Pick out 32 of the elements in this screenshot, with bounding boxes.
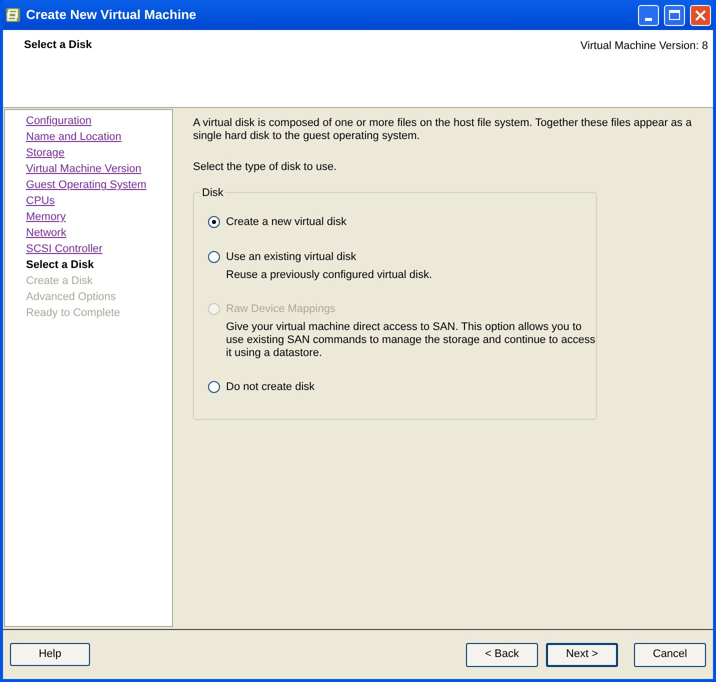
- minimize-button[interactable]: [638, 4, 659, 26]
- step-link[interactable]: Virtual Machine Version: [26, 161, 142, 177]
- radio-button[interactable]: [208, 251, 220, 263]
- radio-option[interactable]: Do not create disk: [208, 379, 315, 395]
- step-link[interactable]: Network: [26, 225, 66, 241]
- group-legend: Disk: [200, 184, 226, 201]
- next-button[interactable]: Next >: [546, 642, 618, 666]
- step-link[interactable]: Guest Operating System: [26, 177, 146, 193]
- back-button[interactable]: < Back: [466, 642, 538, 666]
- step-link[interactable]: Name and Location: [26, 129, 122, 145]
- option-description: Reuse a previously configured virtual disk.: [226, 269, 434, 282]
- step-link[interactable]: CPUs: [26, 193, 55, 209]
- close-button[interactable]: [690, 4, 711, 26]
- intro-text: A virtual disk is composed of one or more files on the host file system. Together these files appear as a single hard disk to the guest operating system.: [193, 117, 693, 143]
- version-label: Virtual Machine Version: 8: [580, 39, 708, 54]
- vm-icon: [5, 7, 21, 23]
- step-link[interactable]: Memory: [26, 209, 66, 225]
- step-link[interactable]: Configuration: [26, 113, 92, 129]
- radio-button[interactable]: [208, 381, 220, 393]
- prompt-text: Select the type of disk to use.: [193, 160, 338, 175]
- option-description: Give your virtual machine direct access to SAN. This option allows you to use existing SAN commands to manage the storage and continue to access it using a datastore.: [226, 321, 596, 360]
- step-link[interactable]: Storage: [26, 145, 65, 161]
- radio-option[interactable]: Use an existing virtual disk: [208, 249, 356, 265]
- close-icon: [695, 10, 706, 20]
- radio-option[interactable]: Create a new virtual disk: [208, 214, 346, 230]
- window-title: Create New Virtual Machine: [26, 6, 198, 24]
- cancel-button[interactable]: Cancel: [634, 642, 706, 666]
- page-title: Select a Disk: [24, 38, 92, 53]
- help-button[interactable]: Help: [10, 643, 90, 666]
- radio-button[interactable]: [208, 216, 220, 228]
- step-link[interactable]: SCSI Controller: [26, 241, 102, 257]
- maximize-button[interactable]: [664, 4, 685, 26]
